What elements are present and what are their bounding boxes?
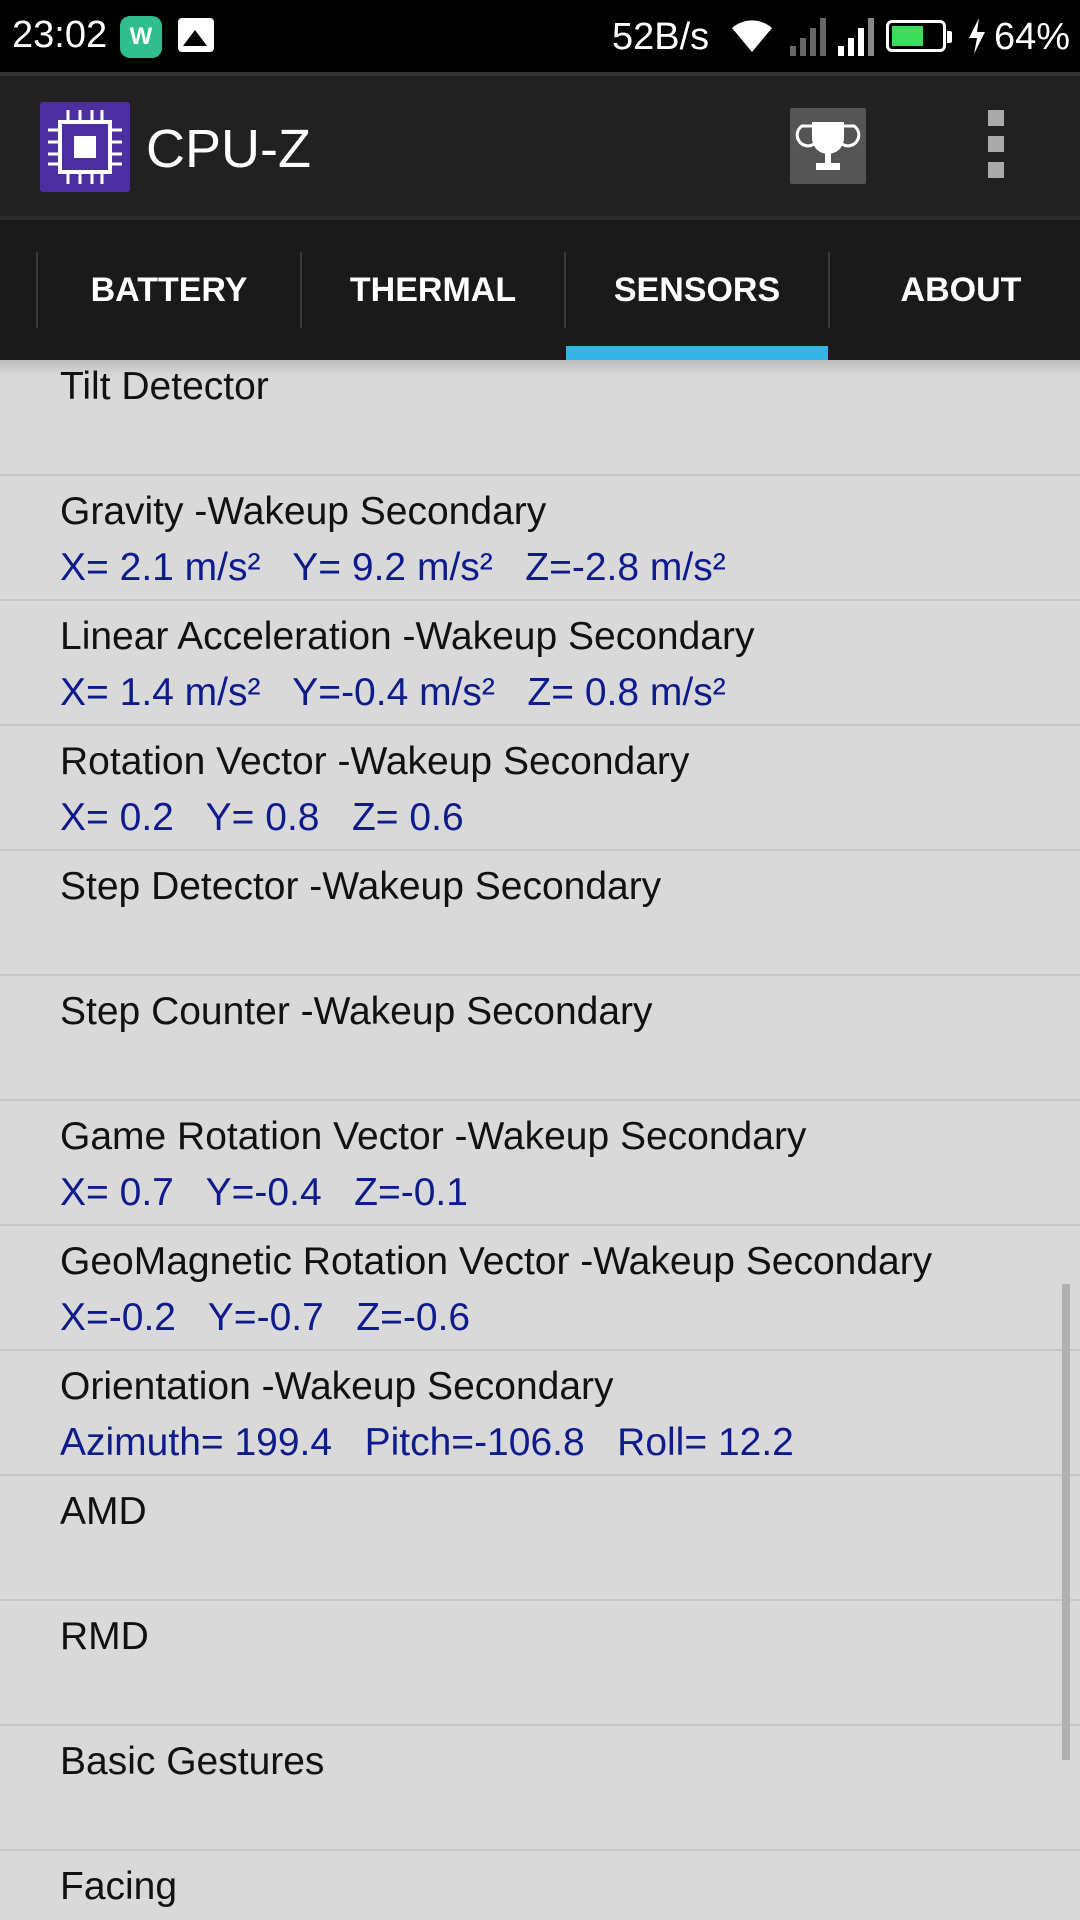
scrollbar[interactable] xyxy=(1062,1284,1070,1760)
tab-selected-indicator xyxy=(566,346,828,360)
list-item[interactable]: Facing xyxy=(0,1851,1080,1920)
sensor-values: X= 2.1 m/s² Y= 9.2 m/s² Z=-2.8 m/s² xyxy=(60,546,726,589)
battery-icon xyxy=(886,20,952,52)
app-bar: CPU-Z xyxy=(0,72,1080,216)
signal-icon xyxy=(788,14,828,68)
tab-bar: BATTERY THERMAL SENSORS ABOUT xyxy=(0,216,1080,360)
sensor-list[interactable]: Tilt Detector Gravity -Wakeup Secondary … xyxy=(0,360,1080,1920)
list-item[interactable]: RMD xyxy=(0,1601,1080,1726)
cpu-logo-icon xyxy=(40,102,130,192)
sensor-values: X=-0.2 Y=-0.7 Z=-0.6 xyxy=(60,1296,471,1339)
sensor-name: AMD xyxy=(60,1490,147,1533)
sensor-name: Game Rotation Vector -Wakeup Secondary xyxy=(60,1115,807,1158)
sensor-name: Linear Acceleration -Wakeup Secondary xyxy=(60,615,755,658)
list-item[interactable]: Orientation -Wakeup Secondary Azimuth= 1… xyxy=(0,1351,1080,1476)
tab-battery[interactable]: BATTERY xyxy=(38,220,300,360)
list-item[interactable]: Step Detector -Wakeup Secondary xyxy=(0,851,1080,976)
sensor-values: X= 0.2 Y= 0.8 Z= 0.6 xyxy=(60,796,464,839)
status-bar: 23:02 W 52B/s 64% xyxy=(0,0,1080,72)
app-title: CPU-Z xyxy=(146,119,311,179)
list-item[interactable]: Game Rotation Vector -Wakeup Secondary X… xyxy=(0,1101,1080,1226)
sensor-name: Orientation -Wakeup Secondary xyxy=(60,1365,614,1408)
tab-sensors[interactable]: SENSORS xyxy=(566,220,828,360)
signal-icon xyxy=(836,14,876,68)
sensor-name: Gravity -Wakeup Secondary xyxy=(60,490,547,533)
sensor-name: Rotation Vector -Wakeup Secondary xyxy=(60,740,690,783)
sensor-name: Facing xyxy=(60,1865,178,1908)
list-item[interactable]: AMD xyxy=(0,1476,1080,1601)
sensor-name: GeoMagnetic Rotation Vector -Wakeup Seco… xyxy=(60,1240,933,1283)
list-item[interactable]: Step Counter -Wakeup Secondary xyxy=(0,976,1080,1101)
sensor-name: Basic Gestures xyxy=(60,1740,325,1783)
sensor-name: Step Counter -Wakeup Secondary xyxy=(60,990,653,1033)
list-item[interactable]: Linear Acceleration -Wakeup Secondary X=… xyxy=(0,601,1080,726)
sensor-values: X= 0.7 Y=-0.4 Z=-0.1 xyxy=(60,1171,468,1214)
list-item[interactable]: Tilt Detector xyxy=(0,360,1080,476)
list-item[interactable]: Rotation Vector -Wakeup Secondary X= 0.2… xyxy=(0,726,1080,851)
wifi-icon xyxy=(728,12,776,66)
status-time: 23:02 xyxy=(12,14,108,56)
app-notification-icon: W xyxy=(120,16,162,58)
overflow-menu-icon[interactable] xyxy=(970,110,1022,180)
trophy-icon[interactable] xyxy=(790,108,866,184)
list-item[interactable]: Gravity -Wakeup Secondary X= 2.1 m/s² Y=… xyxy=(0,476,1080,601)
sensor-name: Tilt Detector xyxy=(60,365,269,408)
battery-percent: 64% xyxy=(994,16,1071,58)
sensor-name: RMD xyxy=(60,1615,149,1658)
tab-thermal[interactable]: THERMAL xyxy=(302,220,564,360)
list-item[interactable]: Basic Gestures xyxy=(0,1726,1080,1851)
network-speed: 52B/s xyxy=(612,16,710,58)
image-notification-icon xyxy=(178,18,214,52)
sensor-name: Step Detector -Wakeup Secondary xyxy=(60,865,662,908)
list-item[interactable]: GeoMagnetic Rotation Vector -Wakeup Seco… xyxy=(0,1226,1080,1351)
tab-about[interactable]: ABOUT xyxy=(830,220,1080,360)
sensor-values: Azimuth= 199.4 Pitch=-106.8 Roll= 12.2 xyxy=(60,1421,794,1464)
sensor-values: X= 1.4 m/s² Y=-0.4 m/s² Z= 0.8 m/s² xyxy=(60,671,726,714)
charging-icon xyxy=(966,16,988,66)
battery-fill xyxy=(892,26,923,46)
